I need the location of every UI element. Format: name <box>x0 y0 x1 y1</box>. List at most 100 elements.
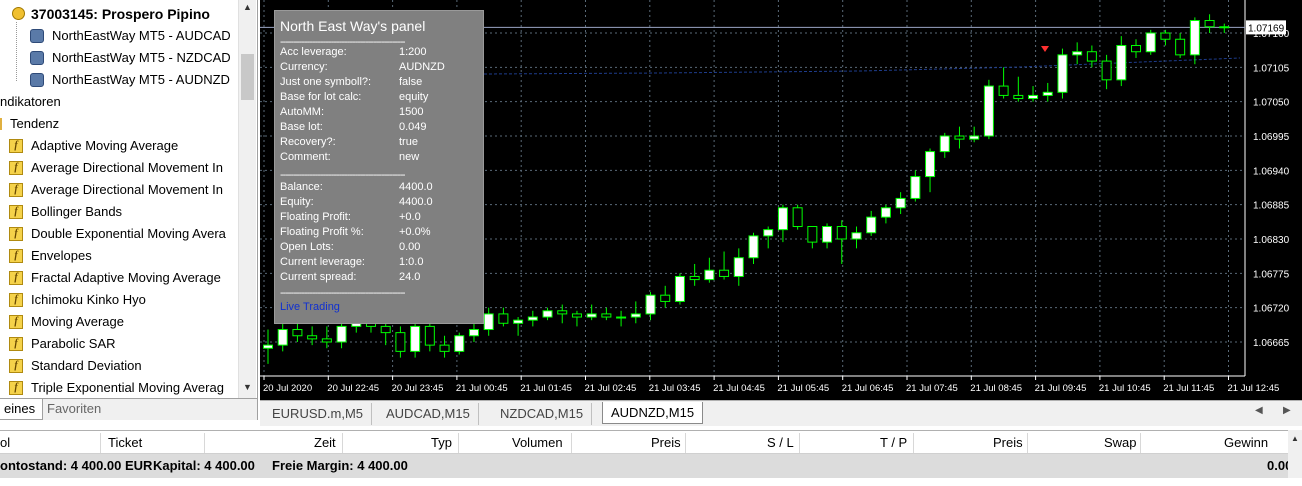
col-divider <box>799 433 800 453</box>
panel-label: AutoMM: <box>280 106 325 118</box>
trade-arrow-icon <box>1041 46 1049 52</box>
panel-label: Just one symboll?: <box>280 76 372 88</box>
panel-label: Floating Profit %: <box>280 226 364 238</box>
candle-body <box>660 294 671 302</box>
chart-tab-nzdcad[interactable]: NZDCAD,M15 <box>492 403 593 425</box>
tab-favorites[interactable]: Favoriten <box>40 399 108 420</box>
panel-label: Open Lots: <box>280 241 334 253</box>
scroll-up-icon[interactable]: ▲ <box>1291 434 1299 443</box>
price-tick-label: 1.06885 <box>1253 201 1290 212</box>
time-tick-label: 20 Jul 22:45 <box>327 383 379 394</box>
panel-value: 4400.0 <box>399 196 433 208</box>
candle-body <box>1116 44 1127 81</box>
candle-body <box>689 275 700 281</box>
panel-value: 1:200 <box>399 46 427 58</box>
candle-body <box>1086 51 1097 62</box>
table-scrollbar[interactable]: ▲ <box>1288 430 1302 478</box>
price-tick-label: 1.07050 <box>1253 98 1290 109</box>
candle-body <box>1028 94 1039 100</box>
expert-icon <box>30 29 44 43</box>
candle-body <box>910 176 921 199</box>
indicator-icon: f <box>9 183 23 197</box>
col-time[interactable]: Zeit <box>314 431 336 455</box>
indicator-icon: f <box>9 337 23 351</box>
time-tick-label: 21 Jul 08:45 <box>970 383 1022 394</box>
candle-body <box>866 216 877 234</box>
price-tick-label: 1.07105 <box>1253 63 1290 74</box>
col-symbol[interactable]: ol <box>0 431 10 455</box>
panel-value: equity <box>399 91 429 103</box>
expert-label: NorthEastWay MT5 - NZDCAD <box>52 50 231 65</box>
scroll-up-icon[interactable]: ▲ <box>239 2 256 12</box>
expert-icon <box>30 73 44 87</box>
panel-label: Base for lot calc: <box>280 91 362 103</box>
indicator-icon: f <box>9 205 23 219</box>
panel-value: true <box>399 136 418 148</box>
col-divider <box>685 433 686 453</box>
scrollbar-thumb[interactable] <box>241 54 254 100</box>
candle-body <box>571 313 582 318</box>
candle-body <box>1175 38 1186 56</box>
candle-body <box>395 332 406 352</box>
indicator-label: Adaptive Moving Average <box>31 138 179 153</box>
candle-body <box>954 135 965 140</box>
candle-body <box>336 325 347 343</box>
col-price[interactable]: Preis <box>651 431 681 455</box>
candle-body <box>263 344 273 349</box>
candle-body <box>277 329 288 346</box>
navigator-scrollbar[interactable]: ▲ ▼ <box>238 0 256 398</box>
col-divider <box>342 433 343 453</box>
price-tick-label: 1.06775 <box>1253 269 1290 280</box>
candle-body <box>542 310 553 318</box>
candle-body <box>792 207 803 228</box>
col-swap[interactable]: Swap <box>1104 431 1137 455</box>
time-tick-label: 21 Jul 09:45 <box>1035 383 1087 394</box>
time-tick-label: 21 Jul 02:45 <box>585 383 637 394</box>
expert-label: NorthEastWay MT5 - AUDNZD <box>52 72 230 87</box>
col-volume[interactable]: Volumen <box>512 431 563 455</box>
col-divider <box>1027 433 1028 453</box>
chart-tab-audcad[interactable]: AUDCAD,M15 <box>378 403 479 425</box>
scroll-down-icon[interactable]: ▼ <box>239 382 256 392</box>
candle-body <box>895 197 906 209</box>
indicator-icon: f <box>9 315 23 329</box>
col-ticket[interactable]: Ticket <box>108 431 142 455</box>
panel-value: +0.0 <box>399 211 421 223</box>
candle-body <box>498 313 509 324</box>
col-tp[interactable]: T / P <box>880 431 907 455</box>
candle-body <box>410 325 421 352</box>
candle-body <box>1131 44 1142 53</box>
col-divider <box>458 433 459 453</box>
panel-label: Current spread: <box>280 271 357 283</box>
time-tick-label: 21 Jul 01:45 <box>520 383 572 394</box>
col-close-price[interactable]: Preis <box>993 431 1023 455</box>
tab-common[interactable]: eines <box>0 399 44 420</box>
info-panel: North East Way's panel -----------------… <box>274 10 484 324</box>
col-sl[interactable]: S / L <box>767 431 794 455</box>
chart-tab-eurusd[interactable]: EURUSD.m,M5 <box>264 403 373 425</box>
panel-label: Balance: <box>280 181 323 193</box>
indicator-label: Fractal Adaptive Moving Average <box>31 270 221 285</box>
col-divider <box>1140 433 1141 453</box>
navigator-panel: 37003145: Prospero Pipino NorthEastWay M… <box>0 0 258 420</box>
candle-body <box>1189 20 1200 56</box>
indicator-label: Envelopes <box>31 248 92 263</box>
live-trading-link[interactable]: Live Trading <box>280 300 340 315</box>
price-chart[interactable]: 1.07160 1.07105 1.07050 1.06995 1.06940 1.068… <box>260 0 1302 400</box>
indicator-label: Parabolic SAR <box>31 336 116 351</box>
col-profit[interactable]: Gewinn <box>1224 431 1268 455</box>
time-tick-label: 21 Jul 03:45 <box>649 383 701 394</box>
panel-label: Base lot: <box>280 121 323 133</box>
indicator-icon: f <box>9 139 23 153</box>
chart-tab-audnzd[interactable]: AUDNZD,M15 <box>602 402 704 424</box>
tab-scroll-left-icon[interactable]: ◀ <box>1255 405 1263 416</box>
col-type[interactable]: Typ <box>431 431 452 455</box>
col-divider <box>204 433 205 453</box>
candle-body <box>836 226 847 240</box>
price-tick-label: 1.06830 <box>1253 235 1290 246</box>
candle-body <box>1160 32 1171 40</box>
panel-label: Comment: <box>280 151 331 163</box>
indicator-label: Average Directional Movement In <box>31 160 223 175</box>
tab-scroll-right-icon[interactable]: ▶ <box>1283 405 1291 416</box>
candle-body <box>645 294 656 315</box>
